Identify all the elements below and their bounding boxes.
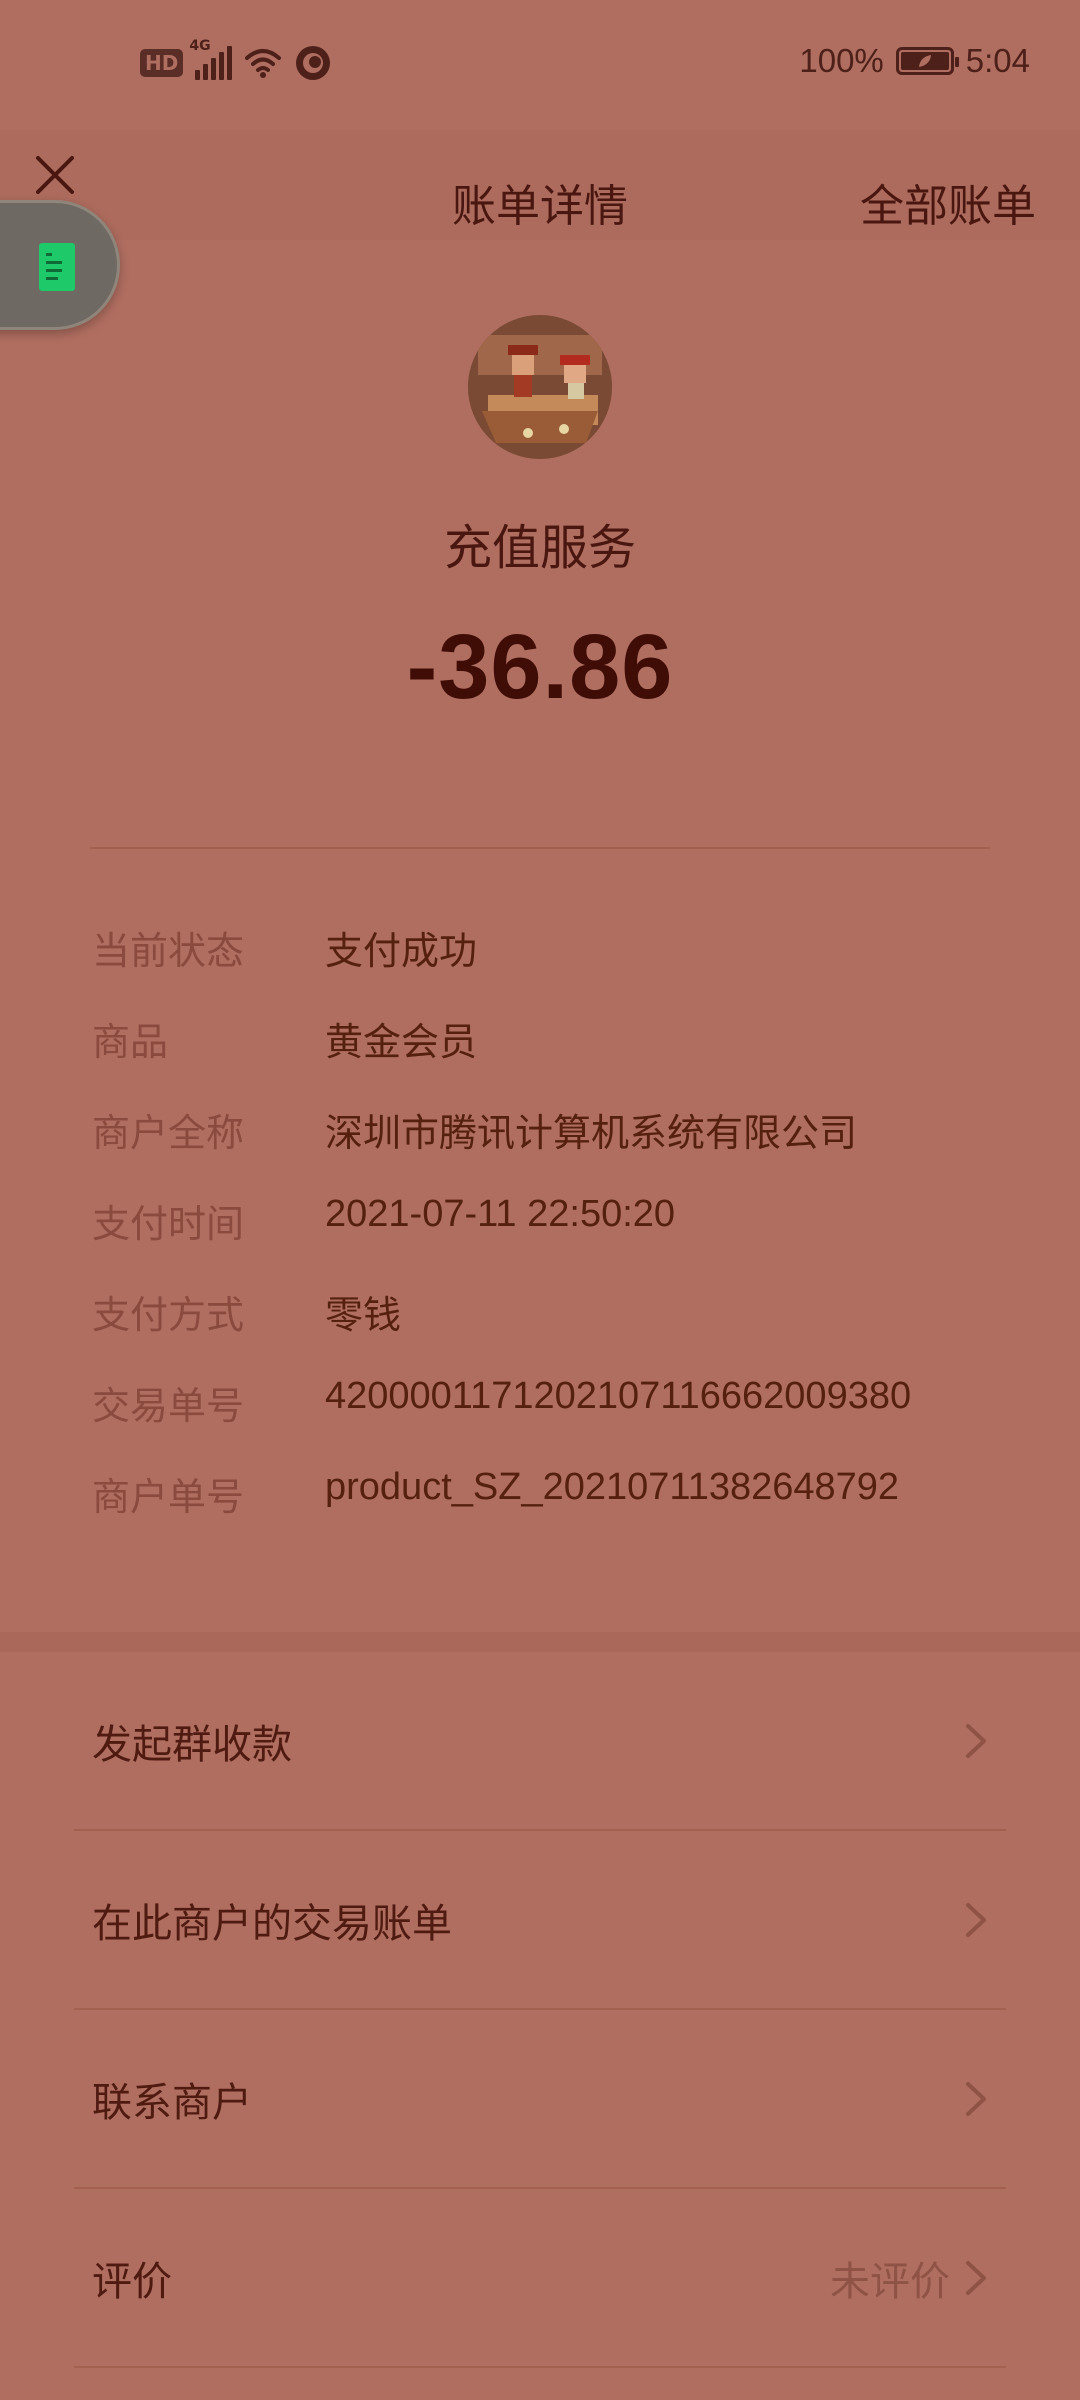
detail-row-status: 当前状态 支付成功 [92,920,1052,1011]
action-label: 在此商户的交易账单 [92,1901,452,1947]
chevron-right-icon [966,1903,986,1937]
review-button[interactable]: 评价 未评价 [0,2189,1080,2368]
group-collect-button[interactable]: 发起群收款 [0,1652,1080,1831]
document-icon [39,243,75,291]
detail-row-pay-time: 支付时间 2021-07-11 22:50:20 [92,1193,1052,1284]
detail-value: 4200001171202107116662009380 [325,1375,912,1417]
detail-label: 支付时间 [92,1202,245,1246]
detail-label: 商品 [92,1020,169,1064]
eye-comfort-icon [296,46,331,80]
merchant-bills-button[interactable]: 在此商户的交易账单 [0,1831,1080,2010]
floating-window-bubble[interactable] [0,200,120,330]
detail-label: 交易单号 [92,1384,245,1428]
hd-voice-icon: HD [140,49,184,77]
detail-value: 黄金会员 [325,1022,478,1064]
chevron-right-icon [966,1724,986,1758]
merchant-avatar [468,315,612,459]
detail-value: product_SZ_20210711382648792 [325,1466,900,1508]
action-label: 发起群收款 [92,1722,292,1768]
detail-row-product: 商品 黄金会员 [92,1011,1052,1102]
review-status: 未评价 [830,2259,950,2305]
chevron-right-icon [966,2082,986,2116]
transaction-amount: -36.86 [406,616,674,718]
contact-merchant-button[interactable]: 联系商户 [0,2010,1080,2189]
action-label: 评价 [92,2259,172,2305]
detail-value: 深圳市腾讯计算机系统有限公司 [325,1113,858,1155]
detail-label: 当前状态 [92,929,245,973]
clock: 5:04 [965,42,1030,79]
transaction-details: 当前状态 支付成功 商品 黄金会员 商户全称 深圳市腾讯计算机系统有限公司 支付… [92,920,1052,1557]
battery-icon [895,47,959,75]
chevron-right-icon [966,2261,986,2295]
battery-percent: 100% [799,42,884,79]
header-bar: 账单详情 全部账单 [0,130,1080,240]
cellular-signal-icon: 4G [189,38,233,80]
section-separator [0,1632,1080,1652]
status-icons-left: HD 4G [140,38,332,82]
action-label: 联系商户 [92,2080,252,2126]
action-list: 发起群收款 在此商户的交易账单 联系商户 评价 未评价 [0,1652,1080,2368]
status-icons-right: 100% 5:04 [799,42,1030,80]
network-type-label: 4G [189,38,211,54]
detail-row-pay-method: 支付方式 零钱 [92,1284,1052,1375]
status-bar: HD 4G 100% 5:04 [0,0,1080,130]
detail-row-merchant-fullname: 商户全称 深圳市腾讯计算机系统有限公司 [92,1102,1052,1193]
divider [90,847,990,849]
detail-label: 商户全称 [92,1111,245,1155]
detail-value: 支付成功 [325,931,478,973]
wifi-icon [245,49,282,78]
merchant-name: 充值服务 [443,520,636,576]
detail-row-transaction-id: 交易单号 4200001171202107116662009380 [92,1375,1052,1466]
detail-value: 2021-07-11 22:50:20 [325,1193,676,1235]
all-bills-link[interactable]: 全部账单 [860,170,1036,234]
detail-row-merchant-order-id: 商户单号 product_SZ_20210711382648792 [92,1466,1052,1557]
detail-value: 零钱 [325,1295,402,1337]
detail-label: 支付方式 [92,1293,245,1337]
detail-label: 商户单号 [92,1475,245,1519]
